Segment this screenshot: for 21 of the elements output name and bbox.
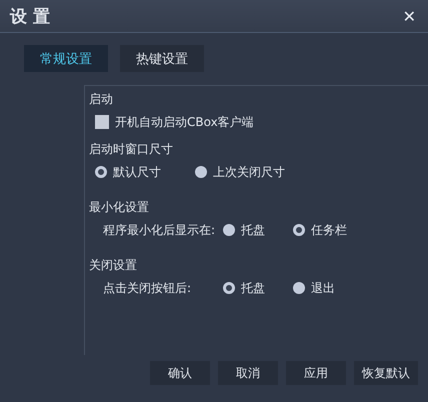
dialog-button[interactable]: 恢复默认 xyxy=(354,361,418,385)
dialog-button[interactable]: 确认 xyxy=(150,361,210,385)
option-label: 程序最小化后显示在: xyxy=(103,222,216,238)
radio-option[interactable]: 托盘 xyxy=(223,222,293,238)
section-title: 启动时窗口尺寸 xyxy=(89,141,174,158)
radio-option[interactable]: 默认尺寸 xyxy=(95,164,195,180)
option-label: 点击关闭按钮后: xyxy=(103,280,192,296)
section-title: 启动 xyxy=(89,91,114,108)
dialog-button[interactable]: 取消 xyxy=(218,361,278,385)
checkbox-option[interactable]: 开机自动启动CBox客户端 xyxy=(95,114,254,130)
radio-option[interactable]: 退出 xyxy=(293,280,363,296)
dialog-button[interactable]: 应用 xyxy=(286,361,346,385)
tab[interactable]: 热键设置 xyxy=(120,45,204,72)
radio-option[interactable]: 托盘 xyxy=(223,280,293,296)
tab[interactable]: 常规设置 xyxy=(24,45,108,72)
radio-option[interactable]: 任务栏 xyxy=(293,222,363,238)
window-title: 设 置 xyxy=(10,6,50,28)
close-icon[interactable]: ✕ xyxy=(402,6,416,26)
section-title: 关闭设置 xyxy=(89,257,138,274)
radio-option[interactable]: 上次关闭尺寸 xyxy=(195,164,295,180)
section-title: 最小化设置 xyxy=(89,199,150,216)
